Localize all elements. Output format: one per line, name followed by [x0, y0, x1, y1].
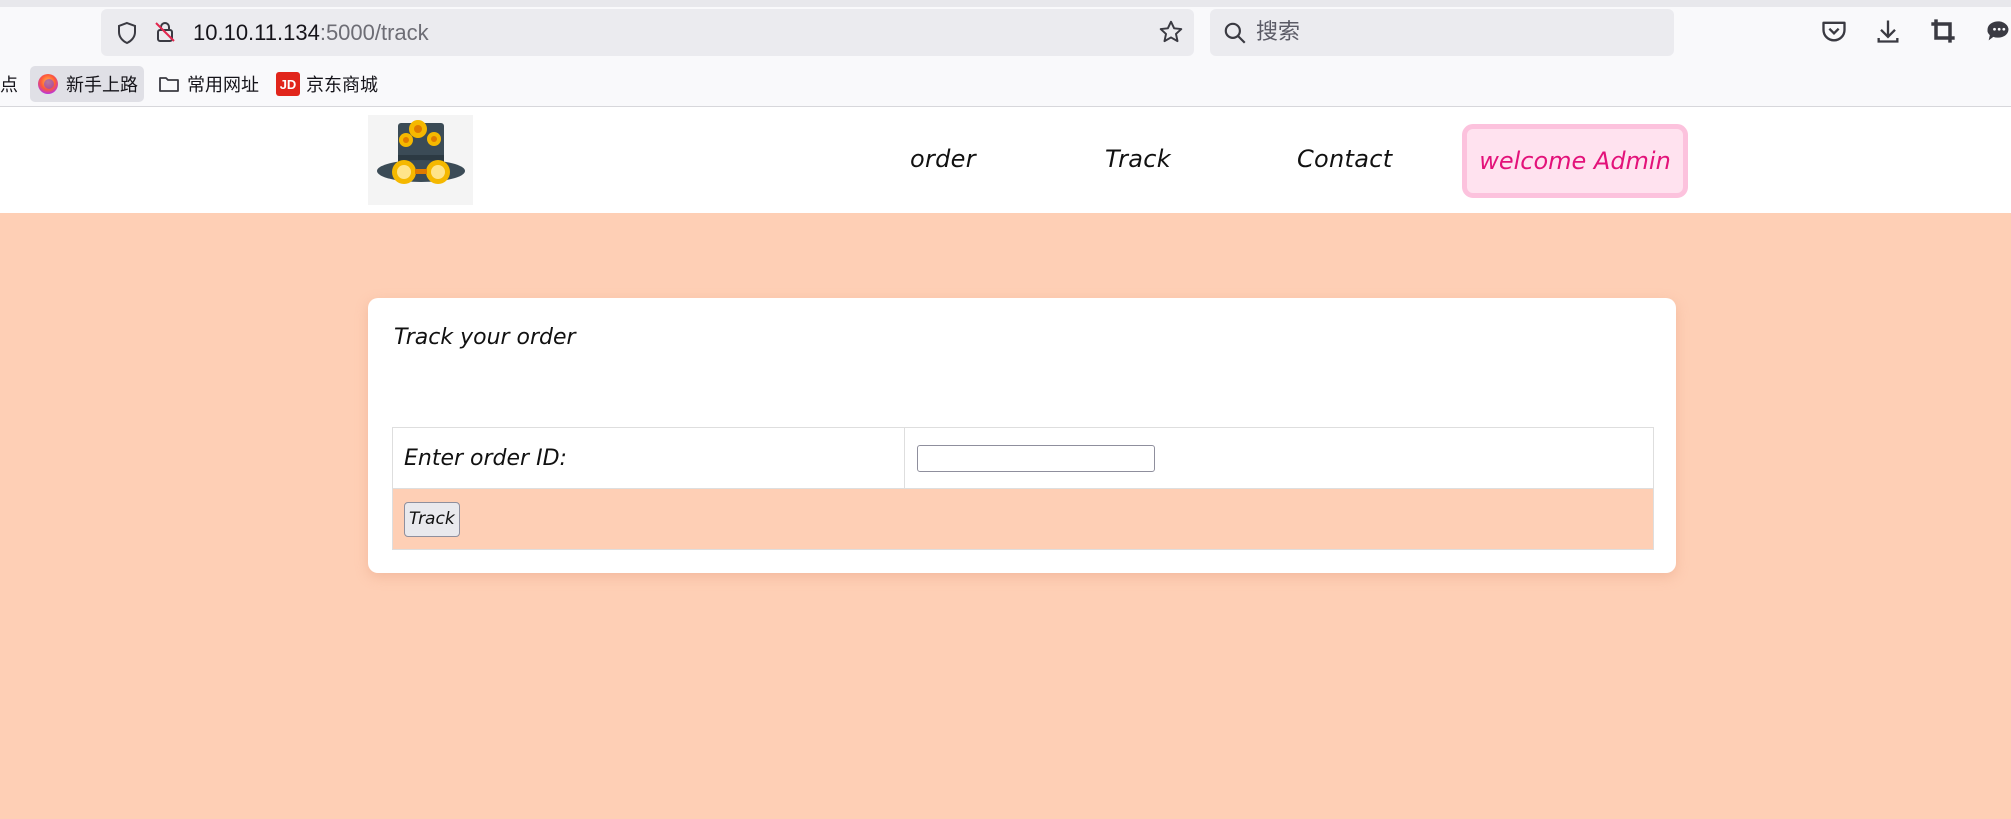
jd-logo-icon: JD [276, 72, 300, 96]
screenshot-crop-icon[interactable] [1929, 17, 1957, 45]
track-order-card: Track your order Enter order ID: Track [368, 298, 1676, 573]
browser-toolbar: 10.10.11.134:5000/track 搜索 点 新手上路 常用网址 J… [0, 0, 2011, 107]
nav-link-track[interactable]: Track [1105, 145, 1171, 173]
order-id-input[interactable] [917, 444, 1155, 472]
search-bar[interactable]: 搜索 [1210, 9, 1674, 56]
pocket-icon[interactable] [1820, 17, 1848, 45]
track-button[interactable]: Track [404, 501, 460, 537]
bookmark-item-jd[interactable]: JD 京东商城 [276, 66, 378, 102]
firefox-icon [38, 74, 58, 94]
insecure-lock-icon[interactable] [153, 20, 177, 44]
table-row: Enter order ID: [392, 427, 1654, 489]
download-icon[interactable] [1874, 17, 1902, 45]
folder-icon [159, 77, 179, 92]
bookmark-label: 常用网址 [187, 75, 259, 96]
card-title: Track your order [394, 325, 576, 350]
address-bar[interactable]: 10.10.11.134:5000/track [101, 9, 1194, 56]
bookmark-folder-common-sites[interactable]: 常用网址 [157, 66, 259, 102]
url-text[interactable]: 10.10.11.134:5000/track [193, 19, 429, 46]
track-form-table: Enter order ID: Track [392, 427, 1654, 550]
table-row: Track [392, 488, 1654, 550]
bookmark-label: 新手上路 [66, 75, 138, 96]
url-host: 10.10.11.134 [193, 20, 320, 45]
site-header: order Track Contact welcome Admin [0, 107, 2011, 213]
top-hat-goggles-logo [377, 120, 465, 184]
site-logo[interactable] [368, 115, 473, 205]
shield-icon[interactable] [115, 21, 139, 45]
nav-link-order[interactable]: order [910, 145, 976, 173]
bookmark-item-partial[interactable]: 点 [0, 66, 18, 102]
bookmark-star-icon[interactable] [1158, 19, 1184, 45]
chat-icon[interactable] [1984, 17, 2011, 45]
bookmark-label: 京东商城 [306, 75, 378, 96]
welcome-admin-button[interactable]: welcome Admin [1462, 124, 1688, 198]
submit-cell: Track [392, 488, 1654, 550]
nav-link-contact[interactable]: Contact [1297, 145, 1392, 173]
bookmark-item-getting-started[interactable]: 新手上路 [30, 66, 144, 102]
url-path: :5000/track [319, 20, 429, 45]
tab-strip-edge [0, 0, 2011, 7]
search-placeholder: 搜索 [1256, 20, 1301, 45]
bookmarks-toolbar: 点 新手上路 常用网址 JD 京东商城 [0, 66, 2011, 102]
order-id-label: Enter order ID: [392, 427, 905, 489]
order-id-cell [904, 427, 1654, 489]
search-icon [1224, 22, 1246, 44]
bookmark-label: 点 [0, 75, 18, 96]
